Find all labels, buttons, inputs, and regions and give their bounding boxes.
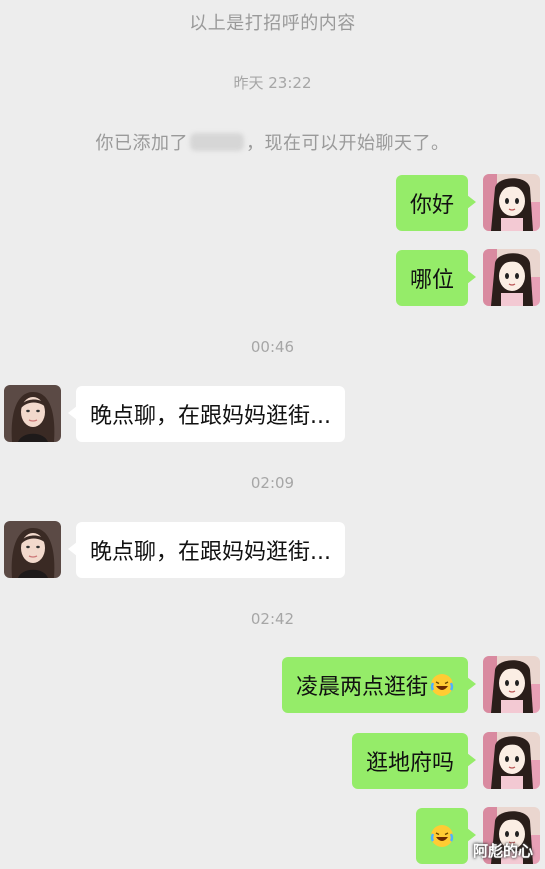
greeting-note: 以上是打招呼的内容 bbox=[189, 13, 356, 34]
anime-girl-avatar-icon bbox=[483, 174, 540, 231]
woman-photo-avatar-icon bbox=[4, 521, 61, 578]
timestamp: 昨天 23:22 bbox=[233, 74, 312, 92]
my-avatar[interactable] bbox=[483, 732, 540, 789]
friend-added-prefix: 你已添加了 bbox=[95, 133, 188, 154]
contact-message-bubble[interactable]: 晚点聊，在跟妈妈逛街... bbox=[68, 522, 345, 578]
timestamp: 00:46 bbox=[250, 338, 295, 356]
my-message-bubble[interactable]: 逛地府吗 bbox=[351, 733, 477, 789]
contact-avatar[interactable] bbox=[4, 521, 61, 578]
my-avatar[interactable] bbox=[483, 656, 540, 713]
my-avatar[interactable] bbox=[483, 174, 540, 231]
friend-added-notice: 你已添加了 ，现在可以开始聊天了。 bbox=[0, 129, 545, 155]
message-text: 哪位 bbox=[409, 268, 454, 293]
anime-girl-avatar-icon bbox=[483, 732, 540, 789]
blurred-nickname bbox=[190, 133, 244, 151]
my-message-bubble[interactable]: 哪位 bbox=[395, 250, 477, 306]
my-message-bubble[interactable]: 你好 bbox=[395, 175, 477, 231]
contact-message-bubble[interactable]: 晚点聊，在跟妈妈逛街... bbox=[68, 386, 345, 442]
my-message-bubble[interactable]: 凌晨两点逛街 bbox=[281, 657, 477, 713]
laugh-cry-emoji-icon bbox=[430, 673, 454, 697]
friend-added-suffix: ，现在可以开始聊天了。 bbox=[246, 133, 450, 154]
message-text: 晚点聊，在跟妈妈逛街... bbox=[90, 404, 331, 429]
message-text: 逛地府吗 bbox=[365, 751, 454, 776]
my-avatar[interactable] bbox=[483, 249, 540, 306]
watermark: 阿彪的心 bbox=[472, 842, 533, 860]
woman-photo-avatar-icon bbox=[4, 385, 61, 442]
message-text: 晚点聊，在跟妈妈逛街... bbox=[90, 540, 331, 565]
message-text: 凌晨两点逛街 bbox=[295, 675, 428, 700]
laugh-cry-emoji-icon bbox=[430, 824, 454, 848]
timestamp: 02:09 bbox=[250, 474, 295, 492]
contact-avatar[interactable] bbox=[4, 385, 61, 442]
timestamp: 02:42 bbox=[250, 610, 295, 628]
anime-girl-avatar-icon bbox=[483, 656, 540, 713]
message-text: 你好 bbox=[409, 193, 454, 218]
my-message-bubble[interactable] bbox=[416, 808, 476, 864]
anime-girl-avatar-icon bbox=[483, 249, 540, 306]
